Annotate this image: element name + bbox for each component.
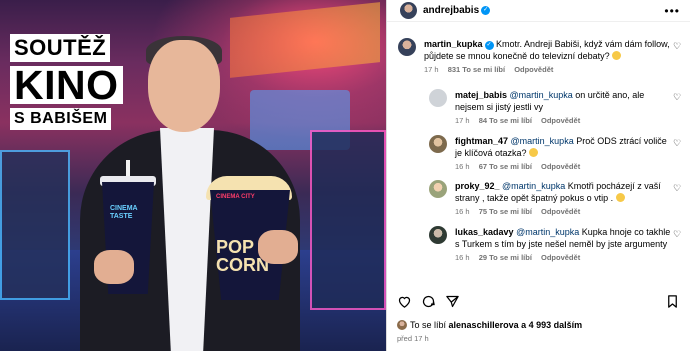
more-horizontal-icon[interactable]: •••	[664, 4, 680, 18]
post-actions	[397, 291, 680, 311]
verified-icon: ✓	[484, 41, 494, 50]
reply-button[interactable]: Odpovědět	[541, 116, 580, 125]
like-comment-icon[interactable]: ♡	[672, 229, 682, 264]
author-username[interactable]: andrejbabis	[423, 5, 479, 16]
comment-username[interactable]: martin_kupka	[424, 39, 483, 49]
post-timestamp: před 17 h	[397, 334, 429, 343]
comment-likes[interactable]: 84 To se mi líbí	[479, 116, 532, 125]
comment-time: 17 h	[455, 116, 470, 125]
comment-username[interactable]: proky_92_	[455, 181, 500, 191]
person-hand	[258, 230, 298, 264]
comment: martin_kupka ✓ Kmotr. Andreji Babiši, kdy…	[398, 38, 682, 76]
heart-icon[interactable]	[397, 294, 412, 309]
like-comment-icon[interactable]: ♡	[672, 138, 682, 173]
comment-mention[interactable]: @martin_kupka	[510, 90, 573, 100]
likes-count[interactable]: a 4 993 dalším	[521, 320, 582, 330]
share-icon[interactable]	[445, 294, 460, 309]
comment-likes[interactable]: 29 To se mi líbí	[479, 253, 532, 262]
comment-mention[interactable]: @martin_kupka	[516, 227, 579, 237]
comment-mention[interactable]: @martin_kupka	[502, 181, 565, 191]
comment-username[interactable]: fightman_47	[455, 136, 508, 146]
post-header: andrejbabis ✓ •••	[387, 0, 690, 22]
comment-meta: 17 h 84 To se mi líbí Odpovědět	[455, 115, 672, 127]
comment-username[interactable]: matej_babis	[455, 90, 507, 100]
likes-summary[interactable]: To se líbí alenaschillerova a 4 993 dalš…	[397, 320, 582, 330]
comment-time: 16 h	[455, 253, 470, 262]
comment-icon[interactable]	[421, 294, 436, 309]
commenter-avatar[interactable]	[429, 89, 447, 107]
comment-reply: fightman_47 @martin_kupka Proč ODS ztrác…	[429, 135, 682, 173]
post-photo[interactable]: CINEMA TASTE CINEMA CITY POP CORN SOUTĚŽ…	[0, 0, 386, 351]
arcade-machine	[310, 130, 386, 310]
comment-likes[interactable]: 67 To se mi líbí	[479, 162, 532, 171]
comments-list[interactable]: martin_kupka ✓ Kmotr. Andreji Babiši, kdy…	[387, 36, 690, 286]
commenter-avatar[interactable]	[429, 226, 447, 244]
comment-time: 17 h	[424, 65, 439, 74]
like-comment-icon[interactable]: ♡	[672, 92, 682, 127]
comment-reply: lukas_kadavy @martin_kupka Kupka hnoje c…	[429, 226, 682, 264]
comment-meta: 16 h 67 To se mi líbí Odpovědět	[455, 161, 672, 173]
comment-meta: 17 h 831 To se mi líbí Odpovědět	[424, 64, 672, 76]
popcorn-brand: CINEMA CITY	[216, 194, 255, 200]
reply-button[interactable]: Odpovědět	[541, 253, 580, 262]
arcade-machine	[0, 150, 70, 300]
comment-meta: 16 h 75 To se mi líbí Odpovědět	[455, 206, 672, 218]
like-comment-icon[interactable]: ♡	[672, 183, 682, 218]
promo-line: KINO	[10, 65, 123, 106]
comment-username[interactable]: lukas_kadavy	[455, 227, 514, 237]
comment-time: 16 h	[455, 207, 470, 216]
emoji-icon	[529, 148, 539, 157]
emoji-icon	[615, 193, 625, 202]
comment-mention[interactable]: @martin_kupka	[511, 136, 574, 146]
like-comment-icon[interactable]: ♡	[672, 41, 682, 76]
promo-line: SOUTĚŽ	[10, 34, 111, 62]
author-avatar[interactable]	[400, 2, 417, 19]
commenter-avatar[interactable]	[398, 38, 416, 56]
likes-user[interactable]: alenaschillerova	[449, 320, 519, 330]
promo-line: S BABIŠEM	[10, 108, 112, 130]
person-head	[148, 40, 220, 132]
commenter-avatar[interactable]	[429, 180, 447, 198]
comment-reply: proky_92_ @martin_kupka Kmotři pocházejí…	[429, 180, 682, 218]
emoji-icon	[612, 51, 622, 60]
likes-prefix: To se líbí	[410, 320, 447, 330]
drink-cup-label: CINEMA TASTE	[110, 205, 138, 220]
reply-button[interactable]: Odpovědět	[541, 207, 580, 216]
comment-time: 16 h	[455, 162, 470, 171]
promo-overlay: SOUTĚŽ KINO S BABIŠEM	[10, 34, 123, 134]
person-hand	[94, 250, 134, 284]
reply-button[interactable]: Odpovědět	[541, 162, 580, 171]
commenter-avatar[interactable]	[429, 135, 447, 153]
verified-icon: ✓	[481, 6, 491, 15]
liker-avatar	[397, 320, 407, 330]
reply-button[interactable]: Odpovědět	[514, 65, 553, 74]
post-panel: andrejbabis ✓ ••• martin_kupka ✓ Kmotr. A…	[386, 0, 690, 351]
bookmark-icon[interactable]	[665, 294, 680, 309]
comment-likes[interactable]: 831 To se mi líbí	[448, 65, 505, 74]
comment-likes[interactable]: 75 To se mi líbí	[479, 207, 532, 216]
comment-meta: 16 h 29 To se mi líbí Odpovědět	[455, 252, 672, 264]
comment-reply: matej_babis @martin_kupka on určitě ano,…	[429, 89, 682, 127]
